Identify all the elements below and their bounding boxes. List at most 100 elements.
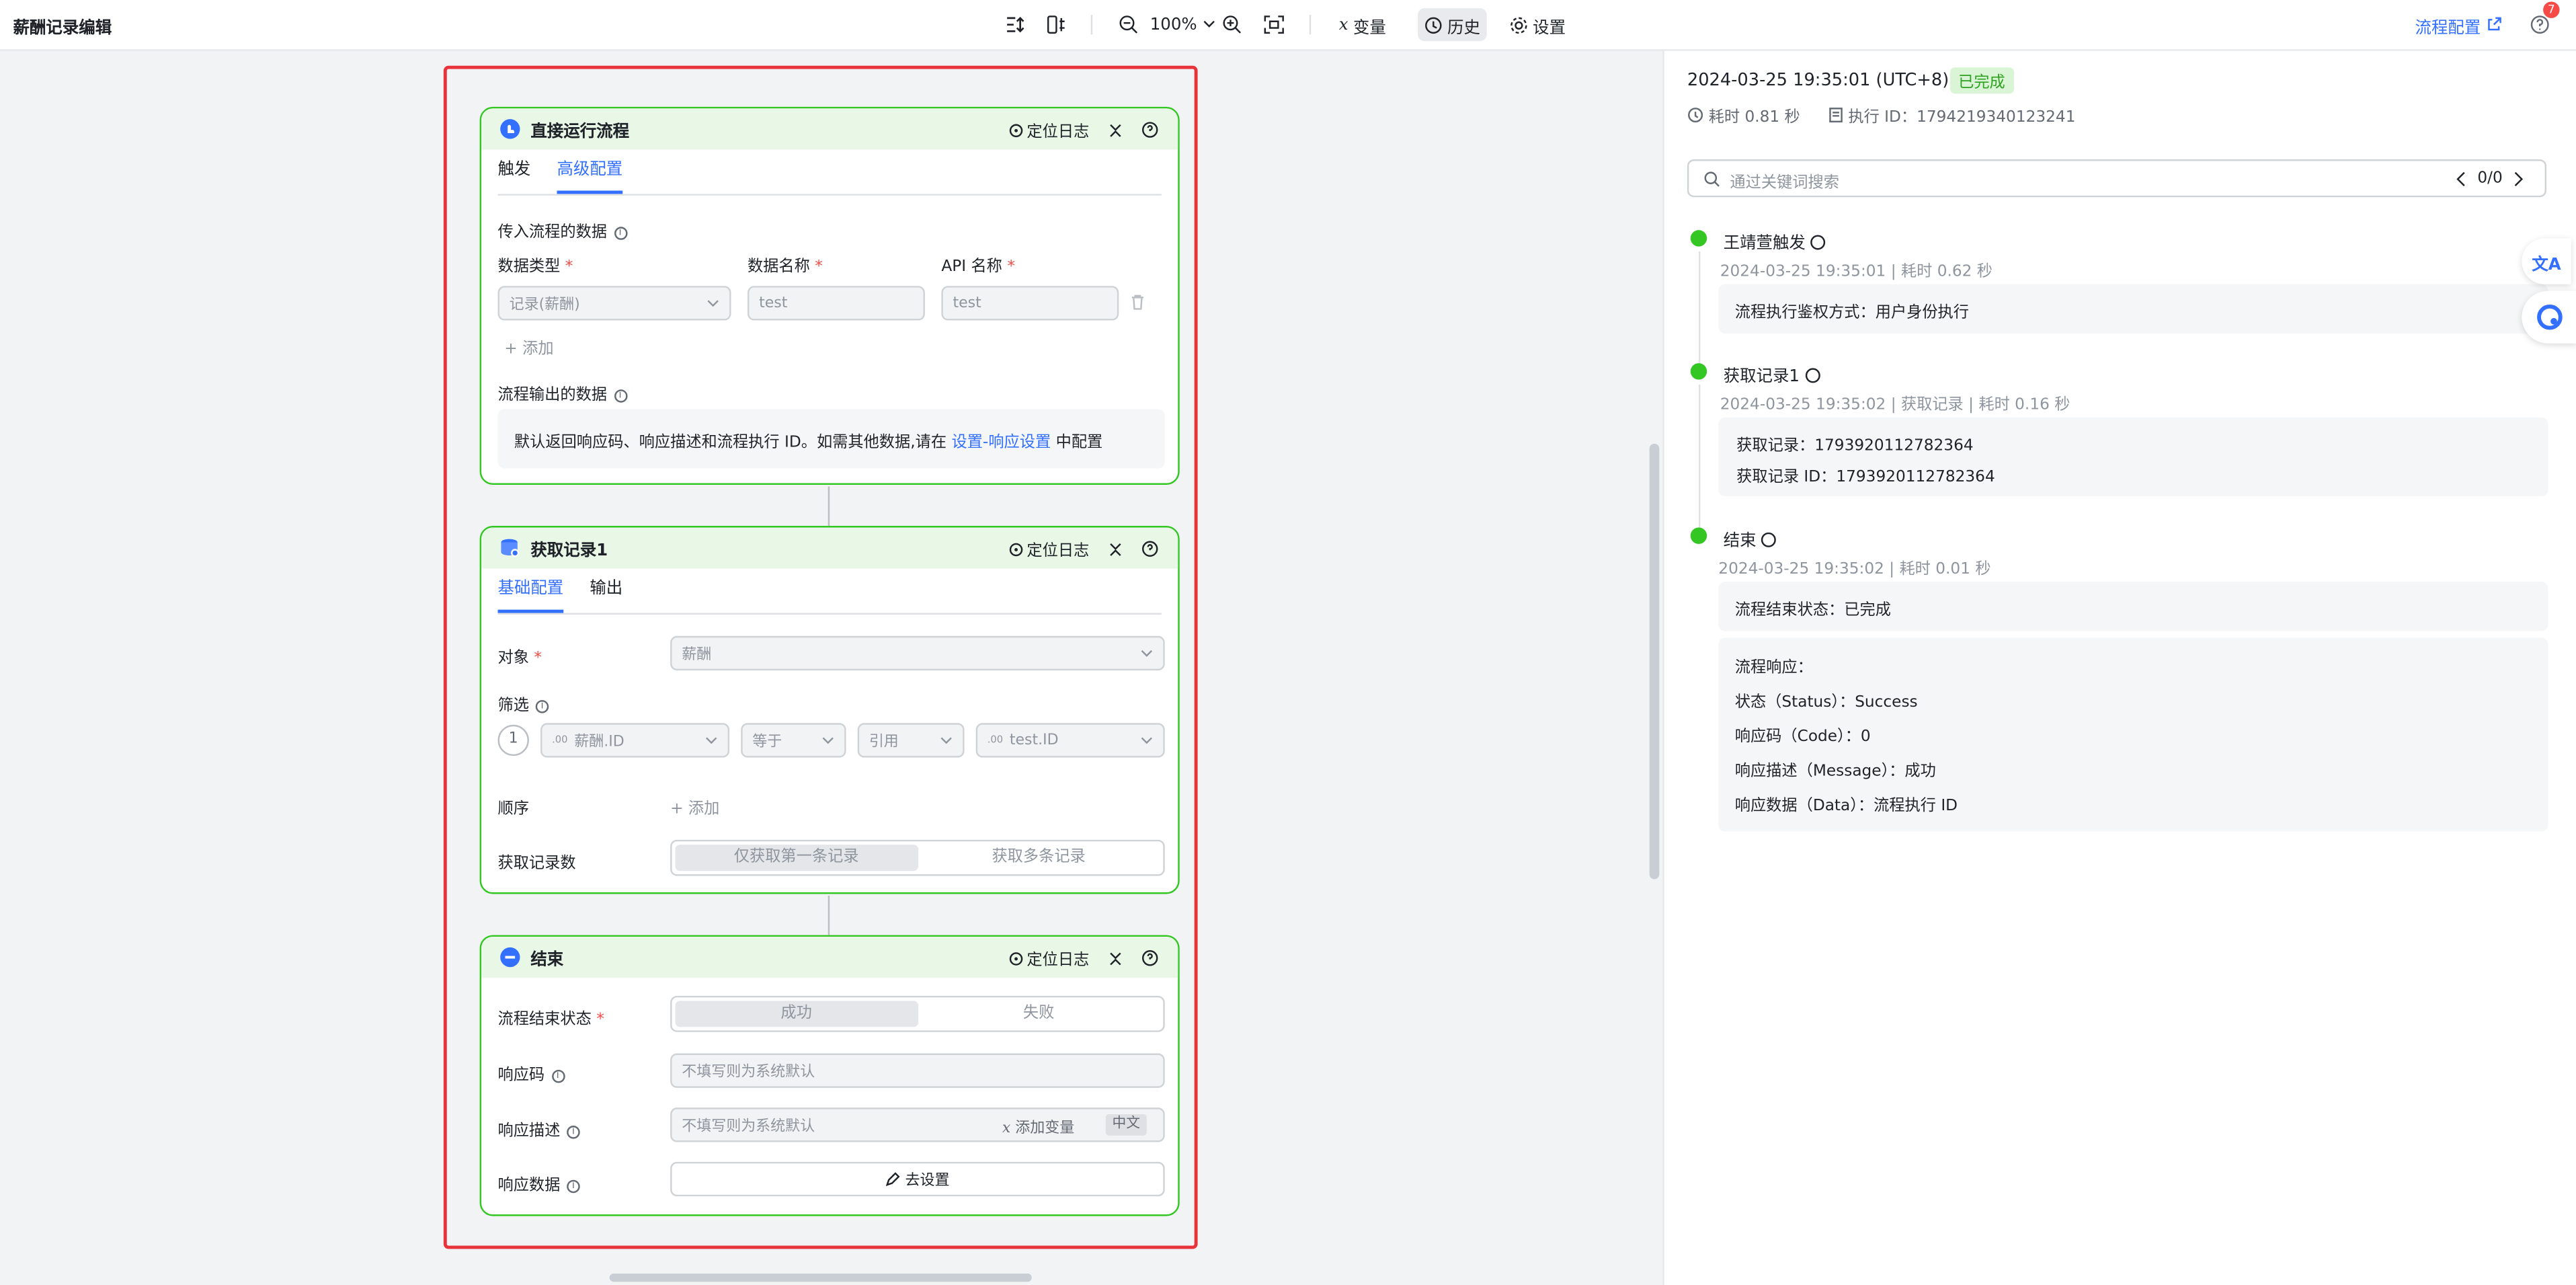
vertical-scrollbar[interactable] xyxy=(1649,443,1660,880)
response-data-label: 响应数据 i xyxy=(497,1171,580,1195)
tab-basic-config[interactable]: 基础配置 xyxy=(497,574,564,613)
variables-button[interactable]: 𝑥 变量 xyxy=(1332,8,1393,41)
zoom-select[interactable]: 100% xyxy=(1143,8,1221,41)
help-icon[interactable] xyxy=(1141,950,1158,966)
output-data-section-title: 流程输出的数据 i xyxy=(497,381,627,404)
info-icon: i xyxy=(613,388,627,402)
failure-option[interactable]: 失败 xyxy=(918,1001,1160,1027)
chevron-down-icon xyxy=(1141,737,1153,744)
step-end-name: 结束 xyxy=(1724,526,1777,551)
step-trigger-meta: 2024-03-25 19:35:01 | 耗时 0.62 秒 xyxy=(1720,263,1993,281)
assistant-icon[interactable] xyxy=(2522,290,2576,344)
help-icon[interactable] xyxy=(1141,541,1158,557)
collapse-icon[interactable] xyxy=(1109,541,1123,556)
stop-icon xyxy=(500,947,520,968)
translate-icon[interactable]: 文A xyxy=(2522,238,2571,284)
locate-icon xyxy=(1009,951,1023,965)
step-trigger-details: 流程执行鉴权方式：用户身份执行 xyxy=(1718,284,2548,334)
filter-field-select[interactable]: .00 薪酬.ID xyxy=(540,723,730,758)
locate-log-button[interactable]: 定位日志 xyxy=(1009,118,1089,141)
zoom-out-icon[interactable] xyxy=(1113,8,1145,41)
locate-icon xyxy=(1009,542,1023,556)
history-search-input[interactable]: 通过关键词搜索 0/0 xyxy=(1687,159,2547,198)
tab-trigger[interactable]: 触发 xyxy=(497,155,530,194)
record-count-toggle[interactable]: 仅获取第一条记录 获取多条记录 xyxy=(670,839,1165,876)
locate-log-button[interactable]: 定位日志 xyxy=(1009,947,1089,970)
end-node[interactable]: 结束 定位日志 流程结束状态 * 成功 失败 响应码 i 不填写则为系统默认 响应… xyxy=(479,935,1180,1216)
end-status-label: 流程结束状态 * xyxy=(497,1010,604,1029)
response-code-input[interactable]: 不填写则为系统默认 xyxy=(670,1053,1165,1088)
layout-icon[interactable] xyxy=(1040,8,1076,41)
history-button[interactable]: 历史 xyxy=(1418,8,1487,42)
object-select[interactable]: 薪酬 xyxy=(670,635,1165,671)
step-trigger-name: 王靖萱触发 xyxy=(1724,229,1826,253)
response-settings-link[interactable]: 设置-响应设置 xyxy=(952,434,1051,452)
add-input-button[interactable]: + 添加 xyxy=(504,336,553,358)
api-name-label: API 名称 * xyxy=(941,258,1015,276)
chevron-down-icon xyxy=(707,300,719,307)
filter-operator-select[interactable]: 等于 xyxy=(741,723,846,758)
locate-icon xyxy=(1761,532,1777,547)
flow-config-link[interactable]: 流程配置 xyxy=(2409,8,2509,41)
go-setting-button[interactable]: 去设置 xyxy=(670,1161,1165,1197)
info-icon: i xyxy=(535,699,549,713)
collapse-icon[interactable] xyxy=(1109,122,1123,137)
chevron-left-icon[interactable] xyxy=(2456,171,2466,187)
step-end-response: 流程响应： 状态（Status）：Success 响应码（Code）：0 响应描… xyxy=(1718,637,2548,832)
settings-button[interactable]: 设置 xyxy=(1503,8,1572,41)
step-get-record-details: 获取记录：1793920112782364 获取记录 ID：1793920112… xyxy=(1718,417,2548,497)
locate-icon xyxy=(1009,123,1023,137)
data-type-select[interactable]: 记录(薪酬) xyxy=(497,286,731,321)
expand-all-icon[interactable] xyxy=(999,8,1035,41)
external-link-icon xyxy=(2488,17,2501,31)
history-panel: 2024-03-25 19:35:01 (UTC+8) 已完成 耗时 0.81 … xyxy=(1662,50,2576,1285)
tab-advanced-config[interactable]: 高级配置 xyxy=(557,155,623,194)
success-check-icon xyxy=(1690,527,1707,544)
success-option[interactable]: 成功 xyxy=(675,1001,918,1027)
data-name-label: 数据名称 * xyxy=(747,258,823,276)
end-status-toggle[interactable]: 成功 失败 xyxy=(670,995,1165,1032)
step-get-record-meta: 2024-03-25 19:35:02 | 获取记录 | 耗时 0.16 秒 xyxy=(1720,395,2070,414)
filter-value-select[interactable]: .00 test.ID xyxy=(975,723,1165,758)
info-icon: i xyxy=(567,1124,580,1138)
order-label: 顺序 xyxy=(497,800,529,819)
add-order-button[interactable]: + 添加 xyxy=(670,795,719,818)
delete-icon[interactable] xyxy=(1130,294,1145,310)
first-record-option[interactable]: 仅获取第一条记录 xyxy=(675,845,918,871)
add-variable-button[interactable]: 𝑥 添加变量 xyxy=(1002,1116,1074,1137)
tab-output[interactable]: 输出 xyxy=(590,574,622,613)
edit-icon xyxy=(885,1172,900,1186)
zoom-in-icon[interactable] xyxy=(1215,8,1248,41)
success-check-icon xyxy=(1690,363,1707,380)
response-desc-input[interactable]: 不填写则为系统默认 𝑥 添加变量 中文 xyxy=(670,1107,1165,1142)
horizontal-scrollbar[interactable] xyxy=(609,1274,1032,1282)
locate-log-button[interactable]: 定位日志 xyxy=(1009,537,1089,560)
data-name-input[interactable]: test xyxy=(747,286,925,321)
fit-screen-icon[interactable] xyxy=(1257,8,1291,41)
clock-icon xyxy=(1688,108,1703,123)
variable-icon: 𝑥 xyxy=(1002,1120,1011,1138)
success-check-icon xyxy=(1690,230,1707,247)
info-icon: i xyxy=(567,1179,580,1193)
end-node-header: 结束 定位日志 xyxy=(481,937,1178,978)
filter-value-type-select[interactable]: 引用 xyxy=(857,723,965,758)
language-tag[interactable]: 中文 xyxy=(1105,1114,1147,1136)
locate-icon xyxy=(1810,235,1826,250)
object-label: 对象 * xyxy=(497,649,542,668)
app-title: 薪酬记录编辑 xyxy=(13,20,112,38)
record-count-label: 获取记录数 xyxy=(497,854,576,873)
database-search-icon xyxy=(501,539,520,557)
trigger-node[interactable]: 直接运行流程 定位日志 触发 高级配置 传入流程的数据 i 数据类型 * 数据名称… xyxy=(479,106,1180,485)
help-icon[interactable] xyxy=(1141,122,1158,138)
multiple-records-option[interactable]: 获取多条记录 xyxy=(918,845,1160,871)
chevron-down-icon xyxy=(822,737,834,744)
collapse-icon[interactable] xyxy=(1109,951,1123,966)
history-icon xyxy=(1425,16,1442,33)
chevron-right-icon[interactable] xyxy=(2513,171,2524,187)
get-record-node[interactable]: 获取记录1 定位日志 基础配置 输出 对象 * 薪酬 筛选 i 1 .00 薪酬.I… xyxy=(479,526,1180,894)
trigger-node-header: 直接运行流程 定位日志 xyxy=(481,108,1178,150)
step-end-meta: 2024-03-25 19:35:02 | 耗时 0.01 秒 xyxy=(1718,560,1991,579)
api-name-input[interactable]: test xyxy=(941,286,1119,321)
step-get-record-name: 获取记录1 xyxy=(1724,362,1820,386)
run-timestamp: 2024-03-25 19:35:01 (UTC+8) xyxy=(1687,71,1949,91)
